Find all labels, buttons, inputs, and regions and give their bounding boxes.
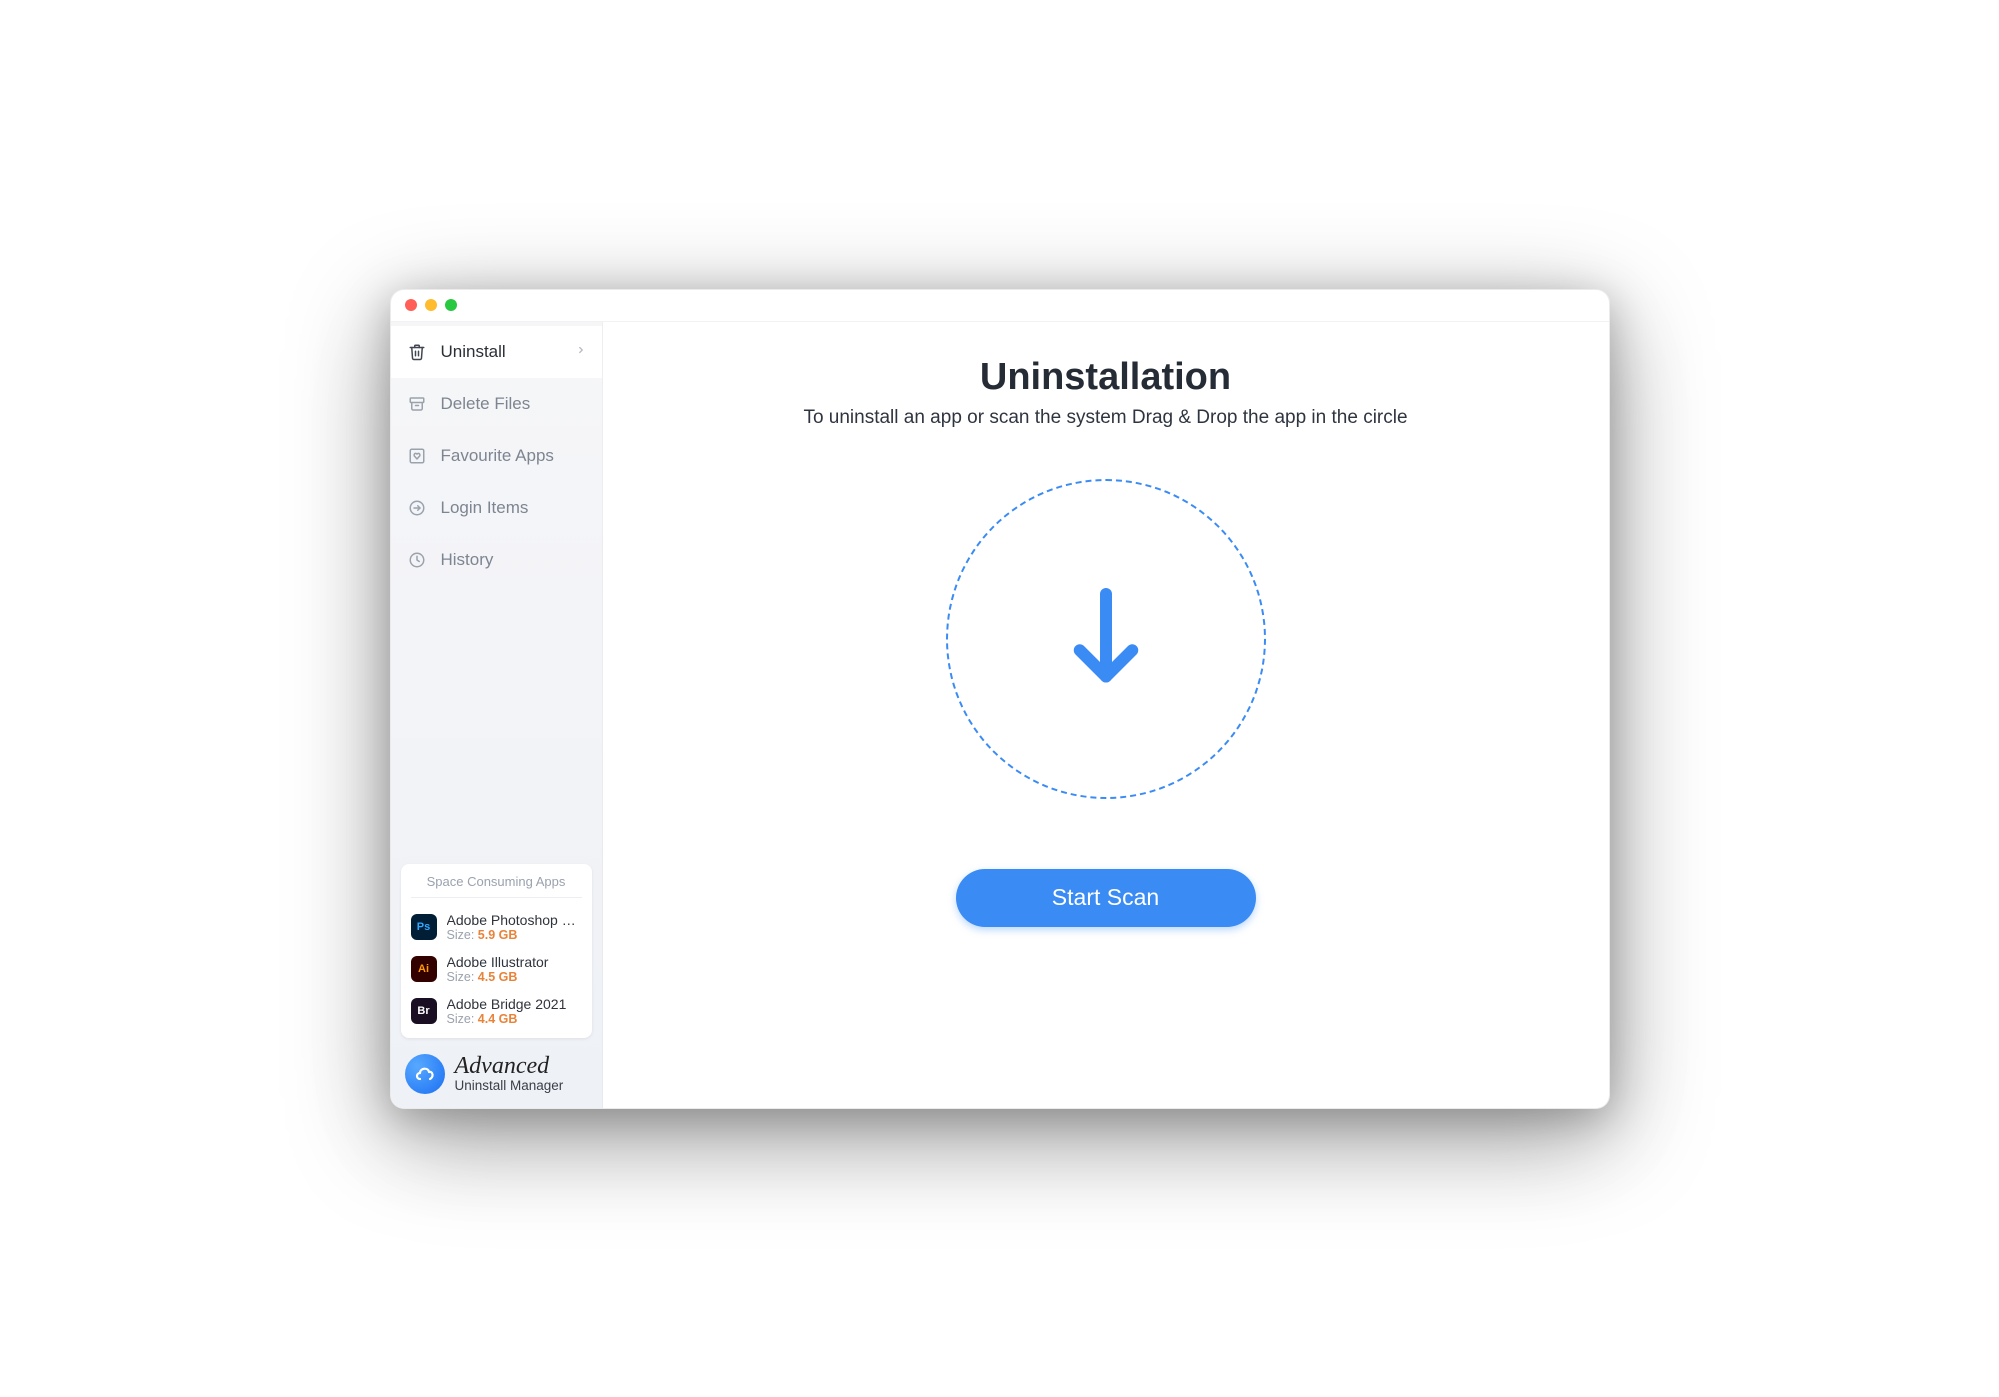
app-size: Size: 4.5 GB: [447, 970, 582, 984]
maximize-icon[interactable]: [445, 299, 457, 311]
sidebar-item-label: History: [441, 550, 586, 570]
sidebar-item-uninstall[interactable]: Uninstall: [391, 326, 602, 378]
brand-title: Advanced: [455, 1054, 564, 1078]
trash-icon: [407, 342, 427, 362]
start-scan-button[interactable]: Start Scan: [956, 869, 1256, 927]
chevron-right-icon: [576, 341, 586, 362]
sidebar-item-delete-files[interactable]: Delete Files: [391, 378, 602, 430]
dropzone[interactable]: [946, 479, 1266, 799]
sidebar-item-label: Delete Files: [441, 394, 586, 414]
sidebar-item-label: Uninstall: [441, 342, 562, 362]
sidebar: Uninstall Delete Files Favourite Apps: [391, 322, 603, 1108]
sidebar-item-label: Login Items: [441, 498, 586, 518]
app-name: Adobe Photoshop 2…: [447, 912, 582, 928]
brand: Advanced Uninstall Manager: [391, 1046, 602, 1108]
list-item[interactable]: Br Adobe Bridge 2021 Size: 4.4 GB: [411, 990, 582, 1032]
list-item[interactable]: Ai Adobe Illustrator Size: 4.5 GB: [411, 948, 582, 990]
sidebar-item-login-items[interactable]: Login Items: [391, 482, 602, 534]
clock-icon: [407, 550, 427, 570]
close-icon[interactable]: [405, 299, 417, 311]
app-name: Adobe Illustrator: [447, 954, 582, 970]
login-arrow-icon: [407, 498, 427, 518]
heart-box-icon: [407, 446, 427, 466]
brand-logo-icon: [405, 1054, 445, 1094]
minimize-icon[interactable]: [425, 299, 437, 311]
titlebar: [391, 290, 1609, 322]
app-size: Size: 5.9 GB: [447, 928, 582, 942]
app-size: Size: 4.4 GB: [447, 1012, 582, 1026]
space-consuming-card: Space Consuming Apps Ps Adobe Photoshop …: [401, 864, 592, 1038]
app-icon-br: Br: [411, 998, 437, 1024]
app-name: Adobe Bridge 2021: [447, 996, 582, 1012]
app-icon-ai: Ai: [411, 956, 437, 982]
arrow-down-icon: [1061, 579, 1151, 699]
nav: Uninstall Delete Files Favourite Apps: [391, 322, 602, 586]
app-icon-ps: Ps: [411, 914, 437, 940]
page-subtitle: To uninstall an app or scan the system D…: [803, 407, 1407, 429]
list-item[interactable]: Ps Adobe Photoshop 2… Size: 5.9 GB: [411, 906, 582, 948]
card-title: Space Consuming Apps: [411, 874, 582, 898]
page-title: Uninstallation: [980, 356, 1231, 399]
sidebar-item-history[interactable]: History: [391, 534, 602, 586]
sidebar-item-favourite-apps[interactable]: Favourite Apps: [391, 430, 602, 482]
app-window: Uninstall Delete Files Favourite Apps: [390, 289, 1610, 1109]
sidebar-item-label: Favourite Apps: [441, 446, 586, 466]
archive-icon: [407, 394, 427, 414]
brand-subtitle: Uninstall Manager: [455, 1078, 564, 1093]
main-panel: Uninstallation To uninstall an app or sc…: [603, 322, 1609, 1108]
